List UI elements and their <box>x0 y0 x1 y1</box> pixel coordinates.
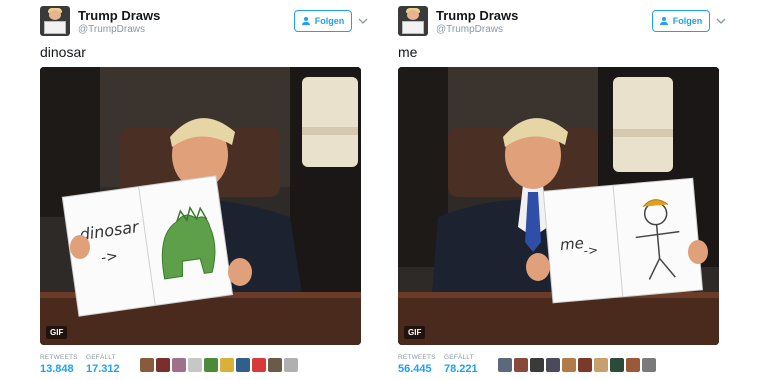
gif-badge: GIF <box>46 326 68 339</box>
tweet-stats: RETWEETS 56.445 GEFÄLLT 78.221 <box>398 354 723 378</box>
liker-avatar[interactable] <box>172 358 186 372</box>
liker-avatar[interactable] <box>236 358 250 372</box>
liker-avatar[interactable] <box>546 358 560 372</box>
tweet-text: me <box>398 44 418 60</box>
gif-badge: GIF <box>404 326 426 339</box>
liker-avatar[interactable] <box>204 358 218 372</box>
account-name[interactable]: Trump Draws <box>436 8 518 23</box>
tweet-header: Trump Draws @TrumpDraws Folgen <box>40 6 370 40</box>
liker-avatar[interactable] <box>188 358 202 372</box>
liker-avatar[interactable] <box>594 358 608 372</box>
sheet-arrow: -> <box>583 243 599 258</box>
liker-avatar[interactable] <box>610 358 624 372</box>
likes-label: GEFÄLLT <box>86 354 116 361</box>
liker-avatar[interactable] <box>140 358 154 372</box>
retweets-label: RETWEETS <box>398 354 436 361</box>
liker-avatars <box>498 358 656 372</box>
chevron-down-icon[interactable] <box>716 16 726 26</box>
person-add-icon <box>301 17 311 25</box>
tweet-dinosar: Trump Draws @TrumpDraws Folgen dinosar d… <box>36 0 381 380</box>
account-handle[interactable]: @TrumpDraws <box>436 24 503 35</box>
liker-avatar[interactable] <box>220 358 234 372</box>
liker-avatar[interactable] <box>252 358 266 372</box>
account-name[interactable]: Trump Draws <box>78 8 160 23</box>
chevron-down-icon[interactable] <box>358 16 368 26</box>
retweets-stat[interactable]: RETWEETS 56.445 <box>398 354 436 375</box>
likes-count: 78.221 <box>444 363 478 375</box>
tweet-header: Trump Draws @TrumpDraws Folgen <box>398 6 728 40</box>
tweet-media[interactable]: dinosar -> GIF <box>40 67 361 345</box>
liker-avatar[interactable] <box>562 358 576 372</box>
follow-label: Folgen <box>314 16 345 26</box>
retweets-count: 56.445 <box>398 363 432 375</box>
tweet-me: Trump Draws @TrumpDraws Folgen me me -> … <box>394 0 739 380</box>
liker-avatar[interactable] <box>530 358 544 372</box>
liker-avatar[interactable] <box>626 358 640 372</box>
likes-label: GEFÄLLT <box>444 354 474 361</box>
account-handle[interactable]: @TrumpDraws <box>78 24 145 35</box>
liker-avatar[interactable] <box>156 358 170 372</box>
liker-avatars <box>140 358 298 372</box>
liker-avatar[interactable] <box>284 358 298 372</box>
sheet-word: me <box>559 234 584 254</box>
gif-image: dinosar -> <box>40 67 361 345</box>
liker-avatar[interactable] <box>578 358 592 372</box>
likes-count: 17.312 <box>86 363 120 375</box>
avatar[interactable] <box>40 6 70 36</box>
avatar[interactable] <box>398 6 428 36</box>
tweet-text: dinosar <box>40 44 86 60</box>
likes-stat[interactable]: GEFÄLLT 17.312 <box>86 354 120 375</box>
sheet-arrow: -> <box>100 248 119 266</box>
tweet-stats: RETWEETS 13.848 GEFÄLLT 17.312 <box>40 354 365 378</box>
retweets-count: 13.848 <box>40 363 74 375</box>
tweet-media[interactable]: me -> GIF <box>398 67 719 345</box>
likes-stat[interactable]: GEFÄLLT 78.221 <box>444 354 478 375</box>
person-add-icon <box>659 17 669 25</box>
liker-avatar[interactable] <box>642 358 656 372</box>
follow-button[interactable]: Folgen <box>652 10 710 32</box>
liker-avatar[interactable] <box>514 358 528 372</box>
retweets-stat[interactable]: RETWEETS 13.848 <box>40 354 78 375</box>
liker-avatar[interactable] <box>268 358 282 372</box>
liker-avatar[interactable] <box>498 358 512 372</box>
retweets-label: RETWEETS <box>40 354 78 361</box>
follow-label: Folgen <box>672 16 703 26</box>
gif-image: me -> <box>398 67 719 345</box>
follow-button[interactable]: Folgen <box>294 10 352 32</box>
